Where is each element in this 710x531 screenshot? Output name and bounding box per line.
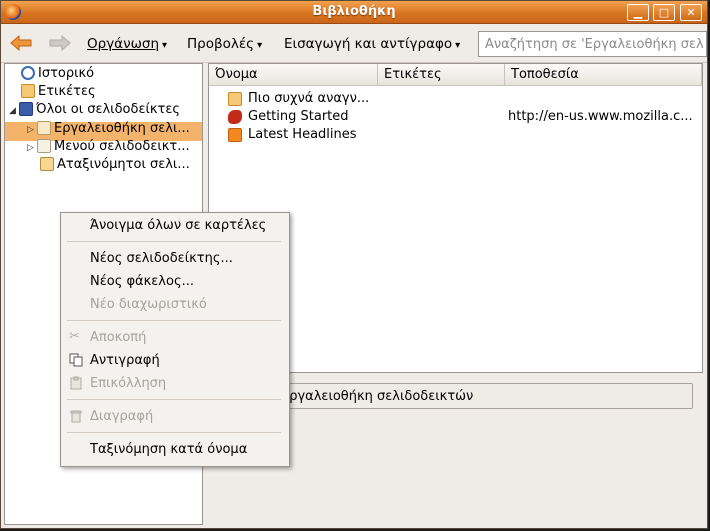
menu-folder-icon — [37, 139, 51, 153]
menu-item-new-bookmark[interactable]: Νέος σελιδοδείκτης... — [62, 248, 288, 270]
minimize-button[interactable]: ▁ — [627, 4, 649, 21]
details-name: Εργαλειοθήκη σελιδοδεικτών — [281, 389, 474, 404]
menu-item-label: Νέο διαχωριστικό — [90, 297, 207, 312]
tree-item-label: Όλοι οι σελιδοδείκτες — [36, 102, 181, 117]
tree-item-label: Ιστορικό — [38, 66, 95, 81]
close-button[interactable]: ✕ — [680, 4, 702, 21]
menu-separator — [67, 241, 281, 242]
menu-item-label: Διαγραφή — [90, 409, 154, 424]
import-backup-menu[interactable]: Εισαγωγή και αντίγραφο ▾ — [284, 36, 460, 52]
menu-item-label: Άνοιγμα όλων σε καρτέλες — [90, 218, 267, 233]
chevron-down-icon: ▾ — [455, 40, 461, 51]
views-menu[interactable]: Προβολές ▾ — [187, 36, 262, 52]
menu-item-label: Αποκοπή — [90, 330, 147, 345]
rss-icon — [228, 128, 242, 142]
menu-item-label: Νέος σελιδοδείκτης... — [90, 251, 233, 266]
menu-item-label: Νέος φάκελος... — [90, 274, 194, 289]
search-input[interactable]: Αναζήτηση σε 'Εργαλειοθήκη σελ — [478, 31, 707, 57]
paste-icon — [70, 376, 82, 390]
list-item-name: Getting Started — [248, 109, 349, 124]
trash-icon — [70, 410, 82, 423]
menu-separator — [67, 432, 281, 433]
menu-item-copy[interactable]: Αντιγραφή — [62, 350, 288, 372]
star-folder-icon — [19, 102, 33, 116]
tree-item-all-bookmarks[interactable]: ◢ Όλοι οι σελιδοδείκτες — [9, 102, 180, 120]
menu-item-sort-by-name[interactable]: Ταξινόμηση κατά όνομα — [62, 439, 288, 461]
tree-item-label: Μενού σελιδοδεικτ... — [54, 139, 190, 154]
tree-item-bookmarks-menu[interactable]: ▷ Μενού σελιδοδεικτ... — [27, 139, 190, 157]
chevron-down-icon: ▾ — [162, 40, 168, 51]
copy-icon — [69, 353, 83, 367]
menu-separator — [67, 320, 281, 321]
list-item[interactable]: Getting Started http://en-us.www.mozilla… — [209, 109, 702, 127]
back-arrow-icon[interactable] — [10, 35, 32, 51]
menu-separator — [67, 399, 281, 400]
forward-arrow-icon[interactable] — [49, 35, 71, 51]
scissors-icon: ✂ — [69, 329, 80, 344]
maximize-button[interactable]: □ — [653, 4, 675, 21]
list-item[interactable]: Latest Headlines — [209, 127, 702, 145]
menu-item-paste[interactable]: Επικόλληση — [62, 373, 288, 395]
tree-item-label: Εργαλειοθήκη σελι... — [54, 121, 190, 136]
organize-menu-label: Οργάνωση — [87, 36, 160, 52]
menu-item-new-folder[interactable]: Νέος φάκελος... — [62, 271, 288, 293]
menu-item-open-all-in-tabs[interactable]: Άνοιγμα όλων σε καρτέλες — [62, 215, 288, 237]
tag-folder-icon — [21, 84, 35, 98]
window-title: Βιβλιοθήκη — [312, 4, 396, 19]
mozilla-icon — [228, 110, 242, 124]
tree-item-history[interactable]: Ιστορικό — [21, 66, 94, 84]
import-backup-menu-label: Εισαγωγή και αντίγραφο — [284, 36, 453, 52]
list-item-location: http://en-us.www.mozilla.c... — [508, 109, 693, 124]
library-window: Βιβλιοθήκη ▁ □ ✕ Οργάνωση ▾ Προβολές ▾ Εισ… — [0, 0, 708, 529]
menu-item-new-separator[interactable]: Νέο διαχωριστικό — [62, 294, 288, 316]
column-header-location[interactable]: Τοποθεσία — [505, 64, 702, 86]
menu-item-label: Ταξινόμηση κατά όνομα — [90, 442, 248, 457]
menu-item-cut[interactable]: ✂ Αποκοπή — [62, 327, 288, 349]
organize-menu[interactable]: Οργάνωση ▾ — [87, 36, 167, 52]
expander-closed-icon[interactable]: ▷ — [27, 125, 37, 135]
chevron-down-icon: ▾ — [257, 40, 263, 51]
column-header-name[interactable]: Όνομα — [209, 64, 378, 86]
tree-item-bookmarks-toolbar[interactable]: ▷ Εργαλειοθήκη σελι... — [27, 121, 190, 139]
tree-item-unsorted-bookmarks[interactable]: Αταξινόμητοι σελι... — [40, 157, 190, 175]
clock-icon — [21, 66, 35, 80]
list-item-name: Latest Headlines — [248, 127, 357, 142]
expander-open-icon[interactable]: ◢ — [9, 106, 19, 116]
list-item-name: Πιο συχνά αναγν... — [248, 91, 370, 106]
menu-item-delete[interactable]: Διαγραφή — [62, 406, 288, 428]
views-menu-label: Προβολές — [187, 36, 255, 52]
tree-item-label: Ετικέτες — [38, 84, 96, 99]
menu-item-label: Επικόλληση — [90, 376, 167, 391]
title-bar: Βιβλιοθήκη ▁ □ ✕ — [1, 1, 707, 24]
toolbar-folder-icon — [37, 121, 51, 135]
context-menu: Άνοιγμα όλων σε καρτέλες Νέος σελιδοδείκ… — [60, 212, 290, 467]
smart-folder-icon — [228, 92, 242, 106]
column-header-tags[interactable]: Ετικέτες — [378, 64, 505, 86]
expander-closed-icon[interactable]: ▷ — [27, 143, 37, 153]
menu-item-label: Αντιγραφή — [90, 353, 160, 368]
tree-item-label: Αταξινόμητοι σελι... — [57, 157, 190, 172]
list-item[interactable]: Πιο συχνά αναγν... — [209, 91, 702, 109]
tree-item-tags[interactable]: Ετικέτες — [21, 84, 96, 102]
unsorted-folder-icon — [40, 157, 54, 171]
